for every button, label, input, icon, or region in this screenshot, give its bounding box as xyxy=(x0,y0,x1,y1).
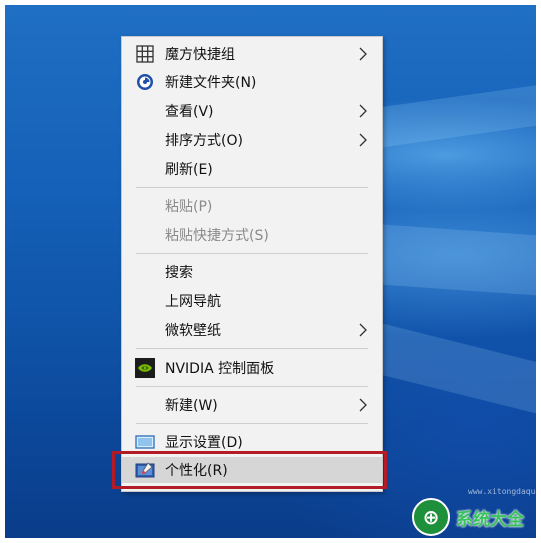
watermark-logo-icon: ⊕ xyxy=(412,498,450,536)
chevron-right-icon xyxy=(358,47,368,61)
menu-item-web-navigation[interactable]: 上网导航 xyxy=(122,288,382,314)
chevron-right-icon xyxy=(358,104,368,118)
menu-item-label: 新建(W) xyxy=(165,398,218,414)
nvidia-icon xyxy=(135,358,155,378)
menu-item-microsoft-wallpaper[interactable]: 微软壁纸 xyxy=(122,317,382,343)
watermark-url: www.xitongdaquan.com xyxy=(468,487,541,496)
menu-separator xyxy=(136,423,368,424)
menu-item-mofang-shortcut-group[interactable]: 魔方快捷组 xyxy=(122,41,382,67)
menu-item-label: 搜索 xyxy=(165,265,193,281)
display-icon xyxy=(135,432,155,452)
menu-item-sort-by[interactable]: 排序方式(O) xyxy=(122,127,382,153)
menu-item-nvidia-control-panel[interactable]: NVIDIA 控制面板 xyxy=(122,355,382,381)
menu-separator xyxy=(136,348,368,349)
desktop-context-menu: 魔方快捷组 新建文件夹(N) 查看(V) 排序方式(O) 刷新(E) 粘贴(P)… xyxy=(121,36,383,492)
menu-item-label: 刷新(E) xyxy=(165,162,213,178)
menu-item-label: 排序方式(O) xyxy=(165,133,243,149)
menu-item-label: 粘贴快捷方式(S) xyxy=(165,228,269,244)
chevron-right-icon xyxy=(358,398,368,412)
menu-item-label: 显示设置(D) xyxy=(165,435,243,451)
menu-separator xyxy=(136,187,368,188)
menu-item-label: 新建文件夹(N) xyxy=(165,75,257,91)
grid-icon xyxy=(135,44,155,64)
menu-item-label: 上网导航 xyxy=(165,294,221,310)
menu-separator xyxy=(136,386,368,387)
menu-item-label: 查看(V) xyxy=(165,104,214,120)
menu-item-label: 魔方快捷组 xyxy=(165,47,235,63)
menu-item-paste-shortcut: 粘贴快捷方式(S) xyxy=(122,222,382,248)
menu-item-new-folder[interactable]: 新建文件夹(N) xyxy=(122,69,382,95)
watermark-text: 系统大全 xyxy=(456,509,524,530)
chevron-right-icon xyxy=(358,323,368,337)
menu-item-label: 微软壁纸 xyxy=(165,323,221,339)
menu-item-label: 粘贴(P) xyxy=(165,199,213,215)
menu-item-paste: 粘贴(P) xyxy=(122,193,382,219)
folder-app-icon xyxy=(135,72,155,92)
menu-item-label: NVIDIA 控制面板 xyxy=(165,361,275,377)
menu-item-new[interactable]: 新建(W) xyxy=(122,392,382,418)
menu-item-search[interactable]: 搜索 xyxy=(122,259,382,285)
menu-item-view[interactable]: 查看(V) xyxy=(122,98,382,124)
chevron-right-icon xyxy=(358,133,368,147)
menu-separator xyxy=(136,253,368,254)
watermark: ⊕ 系统大全 xyxy=(412,497,524,537)
menu-item-refresh[interactable]: 刷新(E) xyxy=(122,156,382,182)
highlight-annotation-box xyxy=(112,451,387,489)
